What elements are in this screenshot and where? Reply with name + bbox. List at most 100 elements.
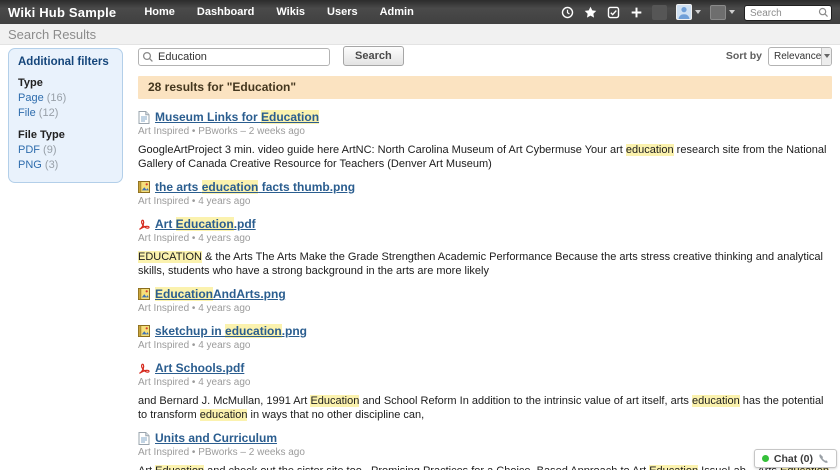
top-navbar: Wiki Hub Sample Home Dashboard Wikis Users A…: [0, 0, 840, 24]
page-icon: [138, 111, 150, 124]
search-result: sketchup in education.png Art Inspired •…: [138, 324, 832, 352]
filter-section-heading: Type: [18, 77, 113, 89]
result-meta: Art Inspired • 4 years ago: [138, 377, 832, 389]
chevron-down-icon: [695, 10, 701, 14]
filter-count: (16): [44, 92, 67, 104]
result-snippet: and Bernard J. McMullan, 1991 Art Educat…: [138, 394, 832, 422]
filter-count: (12): [36, 107, 59, 119]
highlighted-term: Education: [176, 217, 234, 231]
workspace-switcher[interactable]: [710, 5, 735, 20]
avatar: [676, 4, 692, 20]
phone-icon: [818, 453, 829, 464]
highlighted-term: education: [692, 395, 740, 407]
user-menu[interactable]: [676, 4, 701, 20]
result-snippet: Art Education and check out the sister s…: [138, 464, 832, 470]
result-snippet: EDUCATION & the Arts The Arts Make the G…: [138, 250, 832, 278]
result-title-link[interactable]: Units and Curriculum: [155, 431, 277, 445]
search-button[interactable]: Search: [343, 46, 404, 66]
result-title-link[interactable]: EducationAndArts.png: [155, 287, 286, 301]
result-meta: Art Inspired • PBworks – 2 weeks ago: [138, 126, 832, 138]
navbar-right: [560, 3, 832, 22]
filter-link-png[interactable]: PNG: [18, 159, 42, 171]
search-result: Art Schools.pdf Art Inspired • 4 years a…: [138, 361, 832, 422]
highlighted-term: Education: [261, 110, 319, 124]
result-title-link[interactable]: Art Schools.pdf: [155, 361, 244, 375]
image-icon: [138, 325, 150, 338]
filter-row: File (12): [18, 106, 113, 121]
results-list: Museum Links for Education Art Inspired …: [138, 110, 832, 470]
workspace-icon: [710, 5, 726, 20]
result-snippet: GoogleArtProject 3 min. video guide here…: [138, 143, 832, 171]
sort-dropdown[interactable]: Relevance: [768, 47, 832, 66]
filter-count: (9): [40, 144, 57, 156]
tasks-icon[interactable]: [606, 5, 620, 19]
online-status-dot: [762, 455, 769, 462]
nav-item-users[interactable]: Users: [327, 6, 358, 18]
search-icon: [818, 5, 829, 23]
apps-icon[interactable]: [652, 5, 667, 20]
add-icon[interactable]: [629, 5, 643, 19]
nav-item-wikis[interactable]: Wikis: [276, 6, 305, 18]
search-icon: [142, 50, 154, 68]
highlighted-term: education: [200, 409, 248, 421]
filter-link-file[interactable]: File: [18, 107, 36, 119]
filter-link-page[interactable]: Page: [18, 92, 44, 104]
clock-icon[interactable]: [560, 5, 574, 19]
search-results-main: Search Sort by Relevance 28 results for …: [138, 46, 832, 470]
result-meta: Art Inspired • PBworks – 2 weeks ago: [138, 447, 832, 459]
search-input[interactable]: [138, 48, 330, 66]
result-meta: Art Inspired • 4 years ago: [138, 196, 832, 208]
filter-sections: TypePage (16)File (12)File TypePDF (9)PN…: [18, 77, 113, 173]
star-icon[interactable]: [583, 5, 597, 19]
dropdown-caret-button[interactable]: [821, 48, 831, 65]
pdf-icon: [138, 218, 150, 231]
result-title-link[interactable]: Art Education.pdf: [155, 217, 256, 231]
highlighted-term: Education: [310, 395, 359, 407]
pdf-icon: [138, 362, 150, 375]
filter-row: PDF (9): [18, 143, 113, 158]
filter-link-pdf[interactable]: PDF: [18, 144, 40, 156]
nav-item-dashboard[interactable]: Dashboard: [197, 6, 254, 18]
sort-by-label: Sort by: [726, 50, 762, 62]
highlighted-term: education: [626, 144, 674, 156]
nav-item-home[interactable]: Home: [144, 6, 175, 18]
result-title-link[interactable]: the arts education facts thumb.png: [155, 180, 355, 194]
filter-row: Page (16): [18, 91, 113, 106]
main-nav: Home Dashboard Wikis Users Admin: [144, 6, 413, 18]
result-title-link[interactable]: sketchup in education.png: [155, 324, 307, 338]
search-result: EducationAndArts.png Art Inspired • 4 ye…: [138, 287, 832, 315]
additional-filters-panel: Additional filters TypePage (16)File (12…: [8, 48, 123, 183]
chat-widget[interactable]: Chat (0): [754, 449, 837, 468]
highlighted-term: Education: [649, 465, 698, 470]
image-icon: [138, 181, 150, 194]
result-meta: Art Inspired • 4 years ago: [138, 303, 832, 315]
highlighted-term: Education: [155, 287, 213, 301]
results-count-banner: 28 results for "Education": [138, 76, 832, 99]
result-meta: Art Inspired • 4 years ago: [138, 340, 832, 352]
highlighted-term: Education: [155, 465, 204, 470]
app-title: Wiki Hub Sample: [8, 5, 116, 20]
highlighted-term: education: [225, 324, 282, 338]
page-title: Search Results: [8, 27, 96, 42]
page-header: Search Results: [0, 24, 840, 45]
chat-label: Chat (0): [774, 453, 813, 465]
search-result: Museum Links for Education Art Inspired …: [138, 110, 832, 171]
highlighted-term: EDUCATION: [138, 251, 202, 263]
filter-row: PNG (3): [18, 158, 113, 173]
wiki-search-page: Wiki Hub Sample Home Dashboard Wikis Users A…: [0, 0, 840, 470]
filter-count: (3): [42, 159, 59, 171]
search-result: Units and Curriculum Art Inspired • PBwo…: [138, 431, 832, 470]
search-result: Art Education.pdf Art Inspired • 4 years…: [138, 217, 832, 278]
result-meta: Art Inspired • 4 years ago: [138, 233, 832, 245]
navbar-search: [744, 3, 832, 22]
page-icon: [138, 432, 150, 445]
filters-title: Additional filters: [18, 56, 113, 68]
highlighted-term: education: [202, 180, 259, 194]
sort-selected-value: Relevance: [769, 51, 821, 62]
nav-item-admin[interactable]: Admin: [380, 6, 414, 18]
search-result: the arts education facts thumb.png Art I…: [138, 180, 832, 208]
search-toolbar: Search Sort by Relevance: [138, 46, 832, 66]
image-icon: [138, 288, 150, 301]
result-title-link[interactable]: Museum Links for Education: [155, 110, 319, 124]
chevron-down-icon: [824, 54, 830, 58]
